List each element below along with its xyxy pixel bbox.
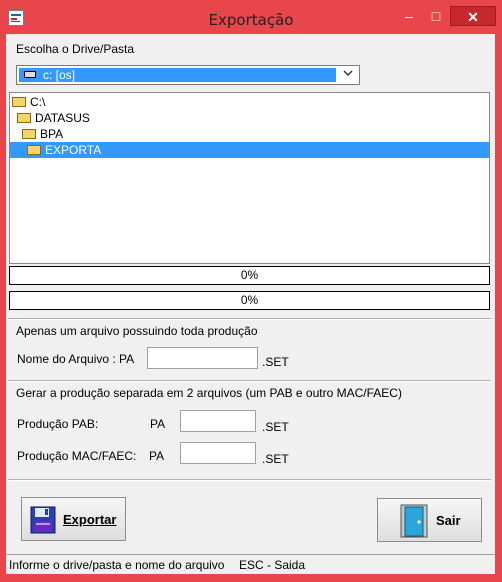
status-hint: Informe o drive/pasta e nome do arquivo [9, 558, 225, 572]
progress-text-2: 0% [240, 293, 259, 307]
file-name-input[interactable] [147, 347, 258, 369]
pab-label: Produção PAB: [17, 417, 99, 431]
floppy-disk-icon [30, 506, 56, 537]
status-shortcut: ESC - Saida [239, 558, 306, 572]
exit-button-label: Sair [436, 513, 461, 528]
export-button[interactable]: Exportar [21, 497, 126, 541]
split-files-heading: Gerar a produção separada em 2 arquivos … [16, 386, 402, 400]
drive-icon [24, 71, 36, 78]
maximize-button[interactable]: □ [425, 6, 447, 26]
close-button[interactable]: ✕ [450, 6, 496, 26]
pab-input[interactable] [180, 410, 256, 432]
pab-prefix: PA [150, 417, 166, 431]
drive-label: Escolha o Drive/Pasta [16, 42, 135, 56]
mac-input[interactable] [180, 442, 256, 464]
export-window: Exportação – □ ✕ Escolha o Drive/Pasta c… [0, 0, 502, 582]
chevron-down-icon[interactable] [340, 67, 356, 83]
mac-ext: .SET [262, 452, 289, 466]
open-folder-icon [22, 128, 36, 139]
mac-prefix: PA [149, 449, 165, 463]
divider [8, 479, 491, 481]
drive-select-value: c: [os] [19, 68, 336, 82]
divider [8, 380, 491, 382]
open-folder-icon [27, 144, 41, 155]
open-folder-icon [17, 112, 31, 123]
title-bar[interactable]: Exportação – □ ✕ [0, 0, 502, 34]
pab-ext: .SET [262, 420, 289, 434]
client-area: Escolha o Drive/Pasta c: [os] C:\ DATASU… [6, 34, 495, 574]
divider [8, 318, 491, 320]
tree-item-label: BPA [40, 127, 64, 141]
folder-tree[interactable]: C:\ DATASUS BPA EXPORTA [9, 92, 490, 264]
exit-button[interactable]: Sair [377, 498, 482, 542]
drive-select[interactable]: c: [os] [16, 65, 360, 85]
tree-item-label: C:\ [30, 95, 46, 109]
status-bar: Informe o drive/pasta e nome do arquivo … [6, 554, 495, 574]
single-file-heading: Apenas um arquivo possuindo toda produçã… [16, 324, 258, 338]
progress-bar-1: 0% [9, 266, 490, 285]
tree-item-c[interactable]: C:\ [12, 94, 45, 110]
tree-item-exporta[interactable]: EXPORTA [10, 142, 489, 158]
mac-label: Produção MAC/FAEC: [17, 449, 137, 463]
progress-bar-2: 0% [9, 291, 490, 310]
tree-item-label: EXPORTA [45, 143, 102, 157]
minimize-button[interactable]: – [398, 6, 420, 26]
door-icon [400, 504, 428, 541]
drive-select-text: c: [os] [43, 68, 76, 82]
tree-item-bpa[interactable]: BPA [22, 126, 63, 142]
open-folder-icon [12, 96, 26, 107]
progress-text-1: 0% [240, 268, 259, 282]
export-button-label: Exportar [63, 512, 117, 527]
file-name-ext: .SET [262, 355, 289, 369]
tree-item-datasus[interactable]: DATASUS [17, 110, 90, 126]
tree-item-label: DATASUS [35, 111, 90, 125]
file-name-label: Nome do Arquivo : PA [17, 352, 135, 366]
